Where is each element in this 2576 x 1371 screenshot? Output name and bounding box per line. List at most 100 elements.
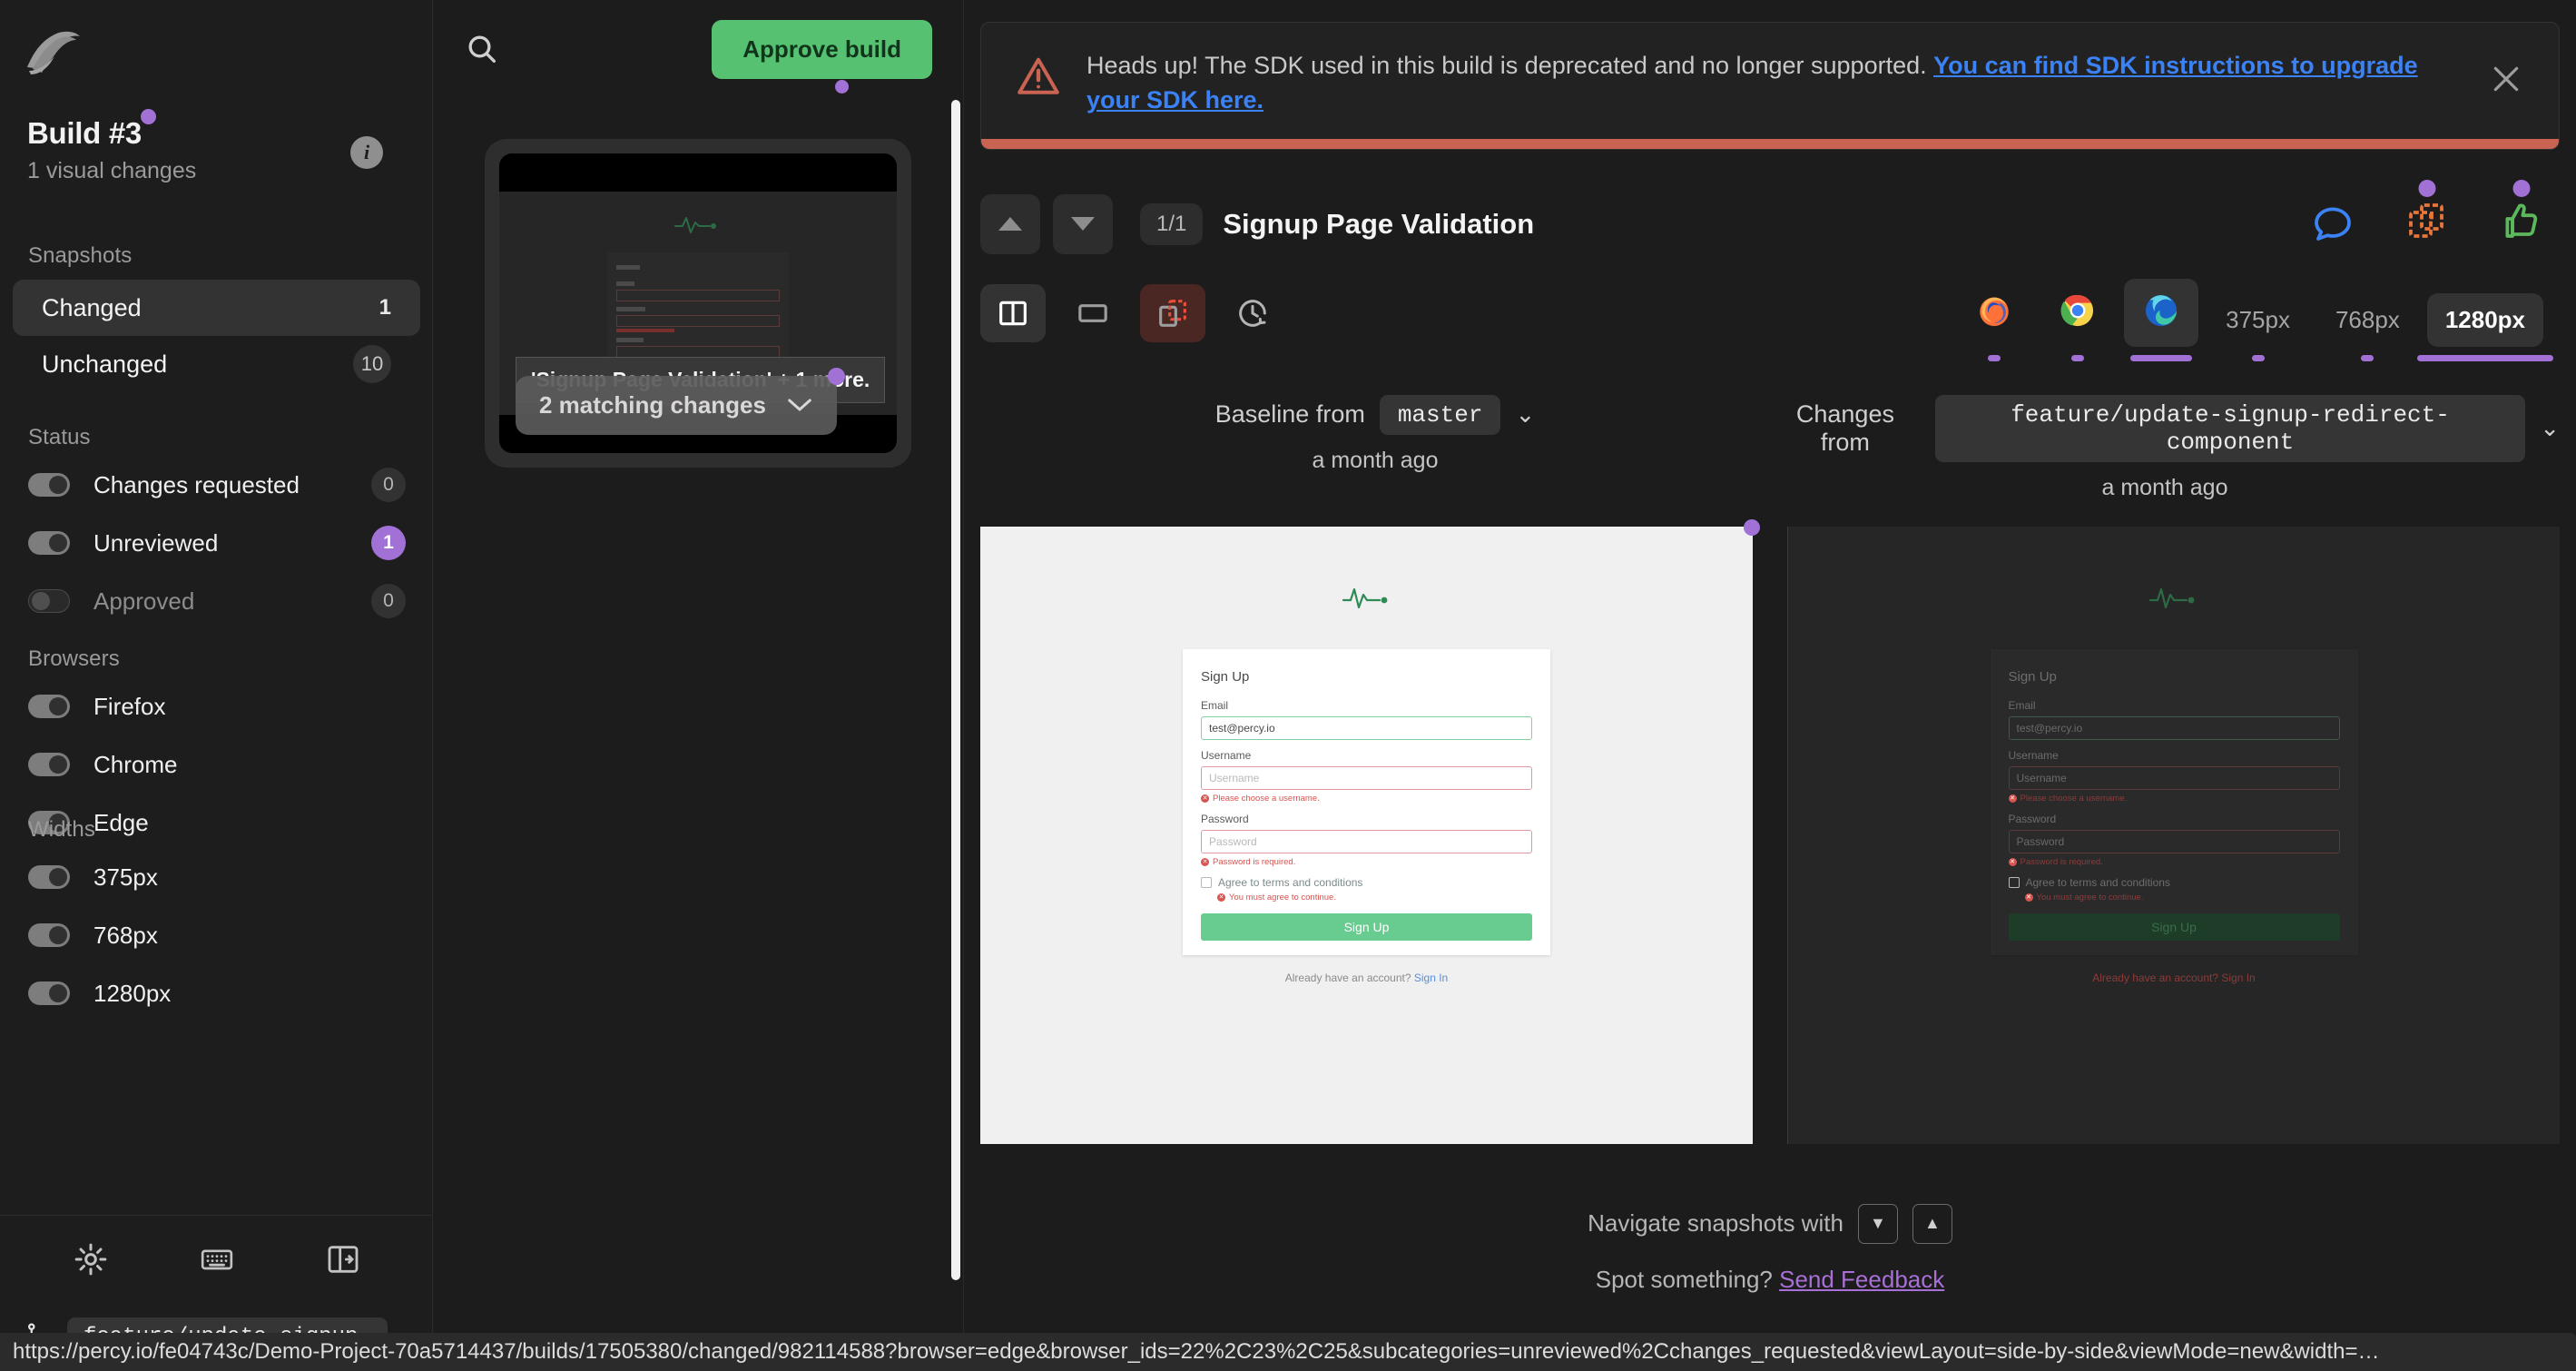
password-label: Password (1201, 813, 1532, 825)
matching-changes-dot-icon (828, 368, 845, 385)
width-filter-768[interactable]: 768px (0, 912, 433, 959)
snapshot-thumbnail-card[interactable]: 'Signup Page Validation' + 1 more. 2 mat… (485, 139, 911, 468)
browser-option-chrome[interactable] (2040, 279, 2115, 347)
toggle-switch[interactable] (28, 473, 70, 497)
snapshot-toolbar: 1/1 Signup Page Validation (964, 182, 2576, 266)
collapse-sidebar-icon[interactable] (325, 1241, 361, 1277)
previous-snapshot-button[interactable] (980, 194, 1040, 254)
brightness-icon[interactable] (73, 1241, 109, 1277)
send-feedback-link[interactable]: Send Feedback (1779, 1266, 1944, 1293)
sidebar-item-changed[interactable]: Changed 1 (13, 280, 420, 336)
search-icon[interactable] (464, 31, 500, 67)
snapshot-list-toolbar: Approve build (433, 0, 963, 98)
comparison-panes: Sign Up Email test@percy.io Username Use… (964, 527, 2576, 1144)
signup-title: Sign Up (2009, 669, 2340, 685)
toggle-switch[interactable] (28, 981, 70, 1005)
changes-time: a month ago (1770, 475, 2560, 501)
close-icon[interactable] (2488, 61, 2524, 102)
signup-submit-button[interactable]: Sign Up (1201, 913, 1532, 941)
browser-width-selector: 375px 768px 1280px (1957, 279, 2543, 347)
browser-filter-firefox[interactable]: Firefox (0, 683, 433, 730)
snapshot-index: 1/1 (1140, 203, 1203, 245)
browsers-section: Browsers Firefox Chrome Edge (0, 646, 433, 846)
changes-pane[interactable]: Sign Up Email test@percy.io Username Use… (1787, 527, 2560, 1144)
signup-title: Sign Up (1201, 669, 1532, 685)
history-icon[interactable] (1220, 284, 1285, 342)
snapshot-list-scrollbar[interactable] (951, 100, 960, 1280)
toggle-switch[interactable] (28, 589, 70, 613)
thumbs-up-icon[interactable] (2500, 200, 2543, 248)
terms-checkbox[interactable] (2009, 877, 2020, 888)
info-icon[interactable]: i (350, 136, 383, 169)
banner-text: Heads up! The SDK used in this build is … (1086, 52, 1933, 79)
percy-logo-icon[interactable] (24, 27, 84, 78)
email-field[interactable]: test@percy.io (2009, 716, 2340, 740)
sign-in-link[interactable]: Sign In (2221, 972, 2255, 984)
key-down-icon[interactable]: ▼ (1858, 1204, 1898, 1244)
error-icon: ✕ (2009, 858, 2017, 866)
status-count: 0 (371, 468, 406, 502)
terms-checkbox-row[interactable]: Agree to terms and conditions (1201, 876, 1532, 889)
next-snapshot-button[interactable] (1053, 194, 1113, 254)
request-changes-icon[interactable] (2405, 200, 2449, 248)
toggle-switch[interactable] (28, 531, 70, 555)
signup-submit-button[interactable]: Sign Up (2009, 913, 2340, 941)
width-option-768[interactable]: 768px (2317, 293, 2418, 347)
username-field[interactable]: Username (2009, 766, 2340, 790)
toggle-switch[interactable] (28, 753, 70, 776)
signup-form: Sign Up Email test@percy.io Username Use… (1991, 649, 2358, 955)
single-view-button[interactable] (1060, 284, 1126, 342)
browser-filter-chrome[interactable]: Chrome (0, 741, 433, 788)
terms-checkbox[interactable] (1201, 877, 1212, 888)
browser-option-firefox[interactable] (1957, 279, 2031, 347)
username-error: ✕Please choose a username. (2009, 794, 2340, 804)
changes-branch-select[interactable]: feature/update-signup-redirect-component (1935, 395, 2525, 462)
terms-label: Agree to terms and conditions (1218, 876, 1362, 889)
chevron-down-icon (786, 391, 813, 419)
main-content: Heads up! The SDK used in this build is … (964, 0, 2576, 1371)
width-option-375[interactable]: 375px (2207, 293, 2308, 347)
toggle-switch[interactable] (28, 865, 70, 889)
width-option-label: 1280px (2445, 306, 2525, 334)
matching-changes-button[interactable]: 2 matching changes (516, 376, 837, 435)
chevron-down-icon[interactable]: ⌄ (1515, 400, 1535, 429)
baseline-pane[interactable]: Sign Up Email test@percy.io Username Use… (980, 527, 1753, 1144)
username-field[interactable]: Username (1201, 766, 1532, 790)
terms-checkbox-row[interactable]: Agree to terms and conditions (2009, 876, 2340, 889)
browser-option-edge[interactable] (2124, 279, 2198, 347)
password-field[interactable]: Password (1201, 830, 1532, 853)
width-option-1280[interactable]: 1280px (2427, 293, 2543, 347)
sidebar-item-unchanged[interactable]: Unchanged 10 (13, 336, 420, 392)
changes-label: Changes from (1770, 400, 1921, 457)
matching-changes-label: 2 matching changes (539, 391, 766, 419)
changed-count: 1 (379, 295, 391, 321)
side-by-side-view-button[interactable] (980, 284, 1046, 342)
comment-icon[interactable] (2311, 200, 2355, 248)
status-filter-approved[interactable]: Approved 0 (0, 577, 433, 625)
snapshots-heading: Snapshots (0, 243, 433, 269)
toggle-label: Firefox (93, 693, 406, 721)
keyboard-icon[interactable] (199, 1241, 235, 1277)
width-filter-1280[interactable]: 1280px (0, 970, 433, 1017)
status-filter-unreviewed[interactable]: Unreviewed 1 (0, 519, 433, 567)
warning-triangle-icon (1014, 54, 1063, 104)
sidebar: Build #3 1 visual changes i Snapshots Ch… (0, 0, 433, 1371)
status-filter-changes-requested[interactable]: Changes requested 0 (0, 461, 433, 508)
signup-form: Sign Up Email test@percy.io Username Use… (1183, 649, 1550, 955)
baseline-branch-select[interactable]: master (1380, 395, 1501, 435)
chevron-down-icon[interactable]: ⌄ (2540, 414, 2560, 442)
sign-in-link[interactable]: Sign In (1414, 972, 1448, 984)
toggle-switch[interactable] (28, 695, 70, 718)
toggle-switch[interactable] (28, 923, 70, 947)
diff-overlay-button[interactable] (1140, 284, 1205, 342)
error-icon: ✕ (1201, 794, 1209, 803)
username-label: Username (1201, 749, 1532, 762)
terms-error: ✕You must agree to continue. (2025, 893, 2340, 902)
password-field[interactable]: Password (2009, 830, 2340, 853)
approve-build-button[interactable]: Approve build (712, 20, 932, 79)
toggle-label: 375px (93, 863, 406, 892)
width-filter-375[interactable]: 375px (0, 853, 433, 901)
baseline-change-dot-icon (1744, 519, 1760, 536)
email-field[interactable]: test@percy.io (1201, 716, 1532, 740)
key-up-icon[interactable]: ▲ (1912, 1204, 1952, 1244)
